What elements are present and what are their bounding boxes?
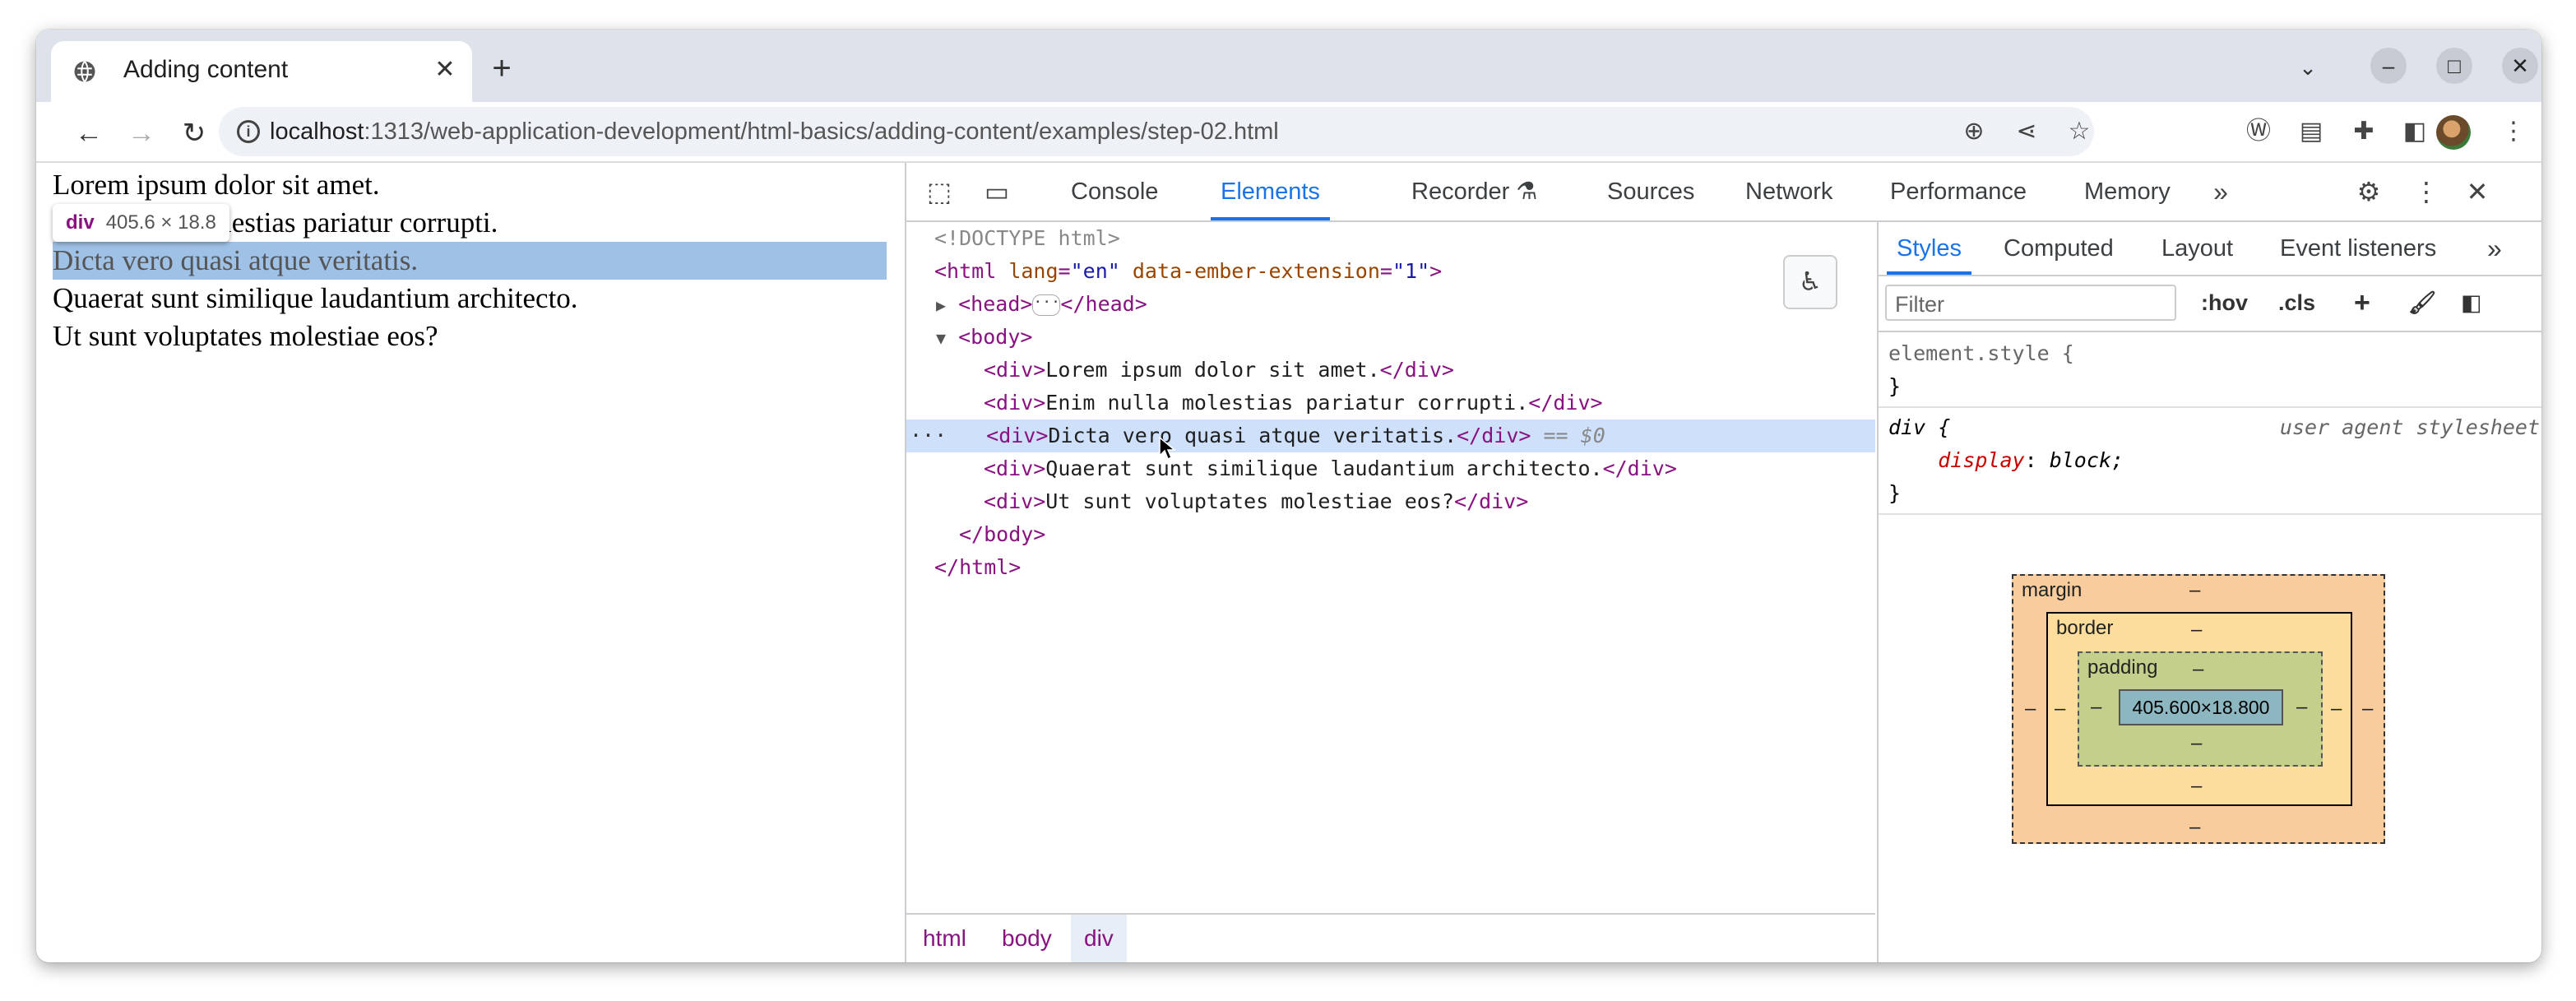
browser-tab[interactable]: Adding content ✕ — [51, 41, 472, 102]
inspect-tooltip: div 405.6 × 18.8 — [53, 204, 229, 242]
breadcrumb-html[interactable]: html — [910, 915, 980, 962]
minimize-button[interactable]: – — [2370, 48, 2407, 84]
browser-window: Adding content ✕ + ⌄ – □ ✕ ← → ↻ i local… — [36, 30, 2541, 962]
tab-layout[interactable]: Layout — [2161, 222, 2233, 275]
toggle-sidebar-icon[interactable]: ◧ — [2461, 285, 2482, 321]
bookmark-star-icon[interactable]: ☆ — [2061, 114, 2097, 150]
page-viewport: Lorem ipsum dolor sit amet. Enim nulla m… — [36, 163, 903, 962]
breadcrumb-div[interactable]: div — [1071, 915, 1127, 962]
rule-divider — [1879, 406, 2541, 408]
div-ua-rule: div {user agent stylesheet display: bloc… — [1879, 411, 2541, 510]
class-toggle[interactable]: .cls — [2278, 285, 2315, 321]
tab-memory[interactable]: Memory — [2084, 163, 2171, 220]
tab-computed[interactable]: Computed — [2004, 222, 2114, 275]
profile-avatar[interactable] — [2436, 115, 2471, 150]
collapsed-ellipsis[interactable]: ··· — [1032, 294, 1061, 316]
more-tabs-chevron-icon[interactable]: » — [2203, 174, 2239, 210]
element-style-rule: element.style { } — [1888, 341, 2074, 398]
tab-performance[interactable]: Performance — [1890, 163, 2027, 220]
devtools-panel: ⬚ ▭ Console Elements Recorder ⚗ Sources … — [905, 163, 2541, 962]
accessibility-icon[interactable]: ♿ — [1783, 255, 1837, 309]
dom-row-div[interactable]: <div>Enim nulla molestias pariatur corru… — [906, 387, 1875, 419]
tab-elements[interactable]: Elements — [1211, 163, 1330, 220]
dom-row-head[interactable]: ▶ <head>···</head> — [906, 288, 1875, 321]
globe-icon — [74, 60, 95, 83]
document-icon[interactable]: ▤ — [2293, 114, 2329, 150]
content-line: Lorem ipsum dolor sit amet. — [53, 169, 380, 201]
share-icon[interactable]: ⋖ — [2008, 114, 2045, 150]
expand-triangle-icon[interactable]: ▶ — [906, 295, 946, 315]
breadcrumb: html body div — [906, 913, 1875, 962]
box-model-padding: padding – – – – 405.600×18.800 — [2078, 651, 2323, 767]
tab-network[interactable]: Network — [1745, 163, 1832, 220]
styles-filter-row: Filter :hov .cls + 🖌 ◧ — [1879, 276, 2541, 332]
dom-row-body-close[interactable]: </body> — [906, 518, 1875, 551]
devtools-tabbar: ⬚ ▭ Console Elements Recorder ⚗ Sources … — [906, 163, 2541, 222]
zoom-icon[interactable]: ⊕ — [1956, 114, 1992, 150]
tab-event-listeners[interactable]: Event listeners — [2280, 222, 2436, 275]
user-agent-stylesheet-label: user agent stylesheet — [2279, 415, 2540, 439]
box-model-border: border – – – – padding – – – – 405.600×1… — [2046, 612, 2352, 806]
address-bar[interactable]: i localhost:1313/web-application-develop… — [219, 107, 2094, 156]
close-tab-icon[interactable]: ✕ — [429, 54, 461, 86]
row-actions-ellipsis[interactable]: ··· — [906, 424, 947, 447]
tab-strip: Adding content ✕ + ⌄ – □ ✕ — [36, 30, 2541, 102]
maximize-button[interactable]: □ — [2436, 48, 2472, 84]
tab-console[interactable]: Console — [1071, 163, 1158, 220]
styles-scrollbar[interactable]: ▼ — [2522, 222, 2541, 962]
tooltip-dimensions: 405.6 × 18.8 — [105, 211, 216, 234]
dom-row-div[interactable]: <div>Lorem ipsum dolor sit amet.</div> — [906, 354, 1875, 387]
tab-search-icon[interactable]: ⌄ — [2290, 49, 2326, 86]
paint-brush-icon[interactable]: 🖌 — [2408, 285, 2436, 321]
url-text[interactable]: localhost:1313/web-application-developme… — [270, 118, 1279, 146]
dom-row-body[interactable]: ▼ <body> — [906, 321, 1875, 354]
flask-icon: ⚗ — [1516, 178, 1538, 205]
dom-row-html-close[interactable]: </html> — [906, 551, 1875, 584]
extensions-puzzle-icon[interactable]: ✚ — [2346, 114, 2382, 150]
tab-title: Adding content — [123, 56, 289, 83]
styles-pane: Styles Computed Layout Event listeners »… — [1877, 222, 2541, 962]
dom-row-div[interactable]: <div>Ut sunt voluptates molestiae eos?</… — [906, 485, 1875, 518]
inspect-element-icon[interactable]: ⬚ — [921, 174, 957, 210]
styles-tabbar: Styles Computed Layout Event listeners » — [1879, 222, 2541, 276]
box-model-margin: margin – – – – border – – – – padding – … — [2012, 574, 2385, 844]
selected-marker: == $0 — [1543, 424, 1605, 447]
styles-filter-input[interactable]: Filter — [1885, 285, 2176, 321]
content-line: Ut sunt voluptates molestiae eos? — [53, 320, 438, 352]
dom-tree: <!DOCTYPE html> <html lang="en" data-emb… — [906, 222, 1875, 913]
rule-divider — [1879, 513, 2541, 515]
more-panes-chevron-icon[interactable]: » — [2487, 222, 2502, 275]
dom-row-div-selected[interactable]: ··· <div>Dicta vero quasi atque veritatis… — [906, 419, 1875, 452]
settings-gear-icon[interactable]: ⚙ — [2351, 174, 2387, 210]
breadcrumb-body[interactable]: body — [989, 915, 1065, 962]
tab-sources[interactable]: Sources — [1607, 163, 1694, 220]
tab-styles[interactable]: Styles — [1887, 222, 1971, 275]
close-devtools-icon[interactable]: ✕ — [2459, 174, 2495, 210]
dom-row-html[interactable]: <html lang="en" data-ember-extension="1"… — [906, 255, 1875, 288]
hover-state-toggle[interactable]: :hov — [2201, 285, 2248, 321]
new-rule-plus-icon[interactable]: + — [2354, 285, 2370, 321]
new-tab-button[interactable]: + — [480, 48, 523, 90]
side-panel-icon[interactable]: ◧ — [2397, 114, 2433, 150]
close-window-button[interactable]: ✕ — [2502, 48, 2538, 84]
dom-row-doctype[interactable]: <!DOCTYPE html> — [906, 222, 1875, 255]
dom-row-div[interactable]: <div>Quaerat sunt similique laudantium a… — [906, 452, 1875, 485]
tooltip-tag: div — [66, 211, 95, 234]
reload-icon[interactable]: ↻ — [176, 115, 212, 151]
device-toolbar-icon[interactable]: ▭ — [979, 174, 1015, 210]
site-info-icon[interactable]: i — [237, 120, 260, 143]
back-arrow-icon[interactable]: ← — [71, 115, 107, 151]
extension-w-icon[interactable]: Ⓦ — [2240, 114, 2277, 150]
box-model-content[interactable]: 405.600×18.800 — [2119, 689, 2283, 725]
collapse-triangle-icon[interactable]: ▼ — [906, 328, 946, 348]
forward-arrow-icon[interactable]: → — [123, 115, 160, 151]
highlighted-content-line: Dicta vero quasi atque veritatis. — [53, 242, 887, 280]
tab-recorder[interactable]: Recorder ⚗ — [1411, 163, 1537, 220]
browser-toolbar: ← → ↻ i localhost:1313/web-application-d… — [36, 102, 2541, 163]
menu-dots-icon[interactable]: ⋮ — [2495, 114, 2532, 150]
mouse-cursor-icon — [1159, 436, 1176, 461]
content-line: Quaerat sunt similique laudantium archit… — [53, 282, 578, 314]
devtools-menu-icon[interactable]: ⋮ — [2408, 174, 2444, 210]
